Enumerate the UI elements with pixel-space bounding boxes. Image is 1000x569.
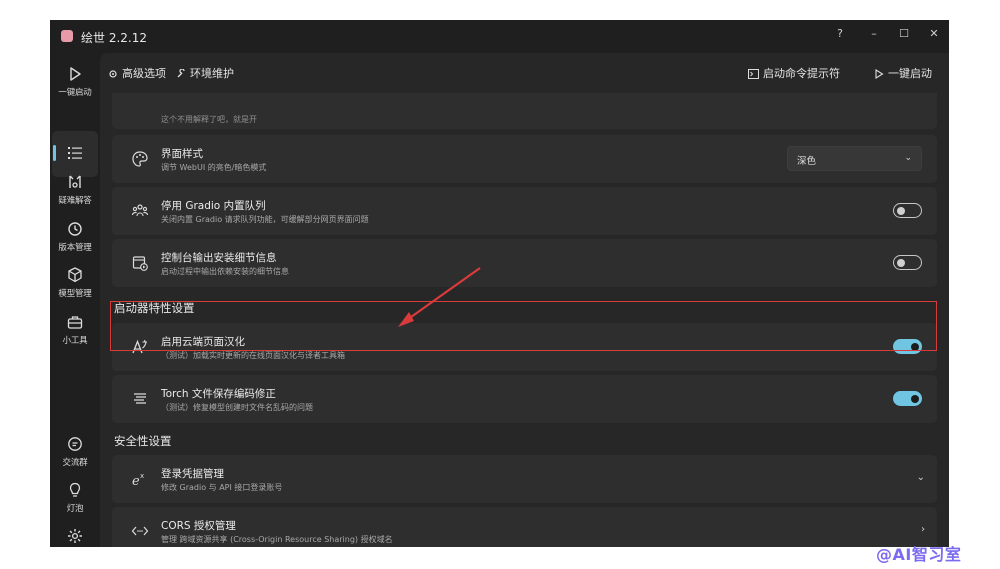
wrench-icon (177, 68, 185, 78)
settings-card-credentials[interactable]: ex 登录凭据管理 修改 Gradio 与 API 接口登录账号 ⌄ (112, 455, 937, 503)
sidebar-item-label: 交流群 (62, 458, 88, 468)
settings-card-console-info: 控制台输出安装细节信息 启动过程中输出依赖安装的细节信息 (112, 239, 937, 287)
sidebar-item-label: 灯泡 (66, 504, 84, 514)
app-window: 绘世 2.2.12 ? – ☐ ✕ 一键启动 疑难解答 版本管理 模型管理 小工… (50, 20, 949, 547)
settings-card-gradio-queue: 停用 Gradio 内置队列 关闭内置 Gradio 请求队列功能，可缓解部分网… (112, 187, 937, 235)
active-indicator (53, 145, 56, 161)
sidebar-item-tips[interactable]: 灯泡 (50, 481, 100, 514)
card-desc: 关闭内置 Gradio 请求队列功能，可缓解部分网页界面问题 (161, 215, 369, 224)
select-value: 深色 (797, 156, 817, 167)
chevron-down-icon: ⌄ (904, 153, 912, 163)
toggle-knob (911, 394, 919, 403)
sidebar-item-label: 疑难解答 (58, 196, 92, 206)
sidebar: 一键启动 疑难解答 版本管理 模型管理 小工具 交流群 灯泡 (50, 53, 100, 547)
tab-advanced-label: 高级选项 (122, 67, 166, 80)
exponent-icon: ex (132, 472, 144, 488)
toolbox-icon (67, 316, 83, 329)
card-desc: （测试）加载实时更新的在线页面汉化与译者工具箱 (161, 351, 345, 360)
settings-scroll-area[interactable]: 这个不用解释了吧，就是开 界面样式 调节 WebUI 的亮色/暗色模式 深色 ⌄… (100, 53, 949, 547)
card-desc: 调节 WebUI 的亮色/暗色模式 (161, 163, 267, 172)
toolbar: 高级选项 环境维护 启动命令提示符 一键启动 (100, 53, 949, 93)
app-logo-icon (61, 30, 73, 42)
sidebar-item-advanced[interactable] (52, 131, 98, 177)
sidebar-item-label: 模型管理 (58, 289, 92, 299)
launch-button[interactable]: 一键启动 (874, 65, 932, 81)
help-button[interactable]: ? (828, 24, 852, 44)
sidebar-item-troubleshoot[interactable]: 疑难解答 (50, 173, 100, 206)
sidebar-item-tools[interactable]: 小工具 (50, 313, 100, 346)
play-icon (70, 67, 81, 81)
card-title: 控制台输出安装细节信息 (161, 252, 277, 264)
toggle-knob (897, 206, 905, 215)
tab-environment[interactable]: 环境维护 (176, 65, 234, 81)
section-title-security: 安全性设置 (114, 434, 172, 448)
history-icon (68, 222, 82, 236)
sidebar-item-label: 一键启动 (58, 88, 92, 98)
bulb-icon (69, 482, 81, 497)
sidebar-item-community[interactable]: 交流群 (50, 435, 100, 468)
tools-icon (69, 175, 81, 188)
terminal-icon (748, 69, 759, 79)
window-title: 绘世 2.2.12 (81, 31, 147, 45)
maximize-button[interactable]: ☐ (892, 24, 916, 44)
launch-button-label: 一键启动 (888, 67, 932, 80)
title-bar: 绘世 2.2.12 ? – ☐ ✕ (50, 20, 949, 53)
settings-card-ui-style: 界面样式 调节 WebUI 的亮色/暗色模式 深色 ⌄ (112, 135, 937, 183)
sidebar-item-versions[interactable]: 版本管理 (50, 220, 100, 253)
console-button[interactable]: 启动命令提示符 (748, 65, 840, 81)
chat-icon (68, 437, 82, 451)
gradio-queue-toggle[interactable] (893, 203, 922, 218)
sidebar-item-launch[interactable]: 一键启动 (50, 65, 100, 98)
tab-advanced[interactable]: 高级选项 (108, 65, 166, 81)
sidebar-item-models[interactable]: 模型管理 (50, 266, 100, 299)
main-panel: 高级选项 环境维护 启动命令提示符 一键启动 这个不用解释了吧，就是开 界面样式… (100, 53, 949, 547)
minimize-button[interactable]: – (862, 24, 886, 44)
gear-icon (68, 529, 82, 543)
ui-style-select[interactable]: 深色 ⌄ (787, 146, 922, 171)
chevron-down-icon: ⌄ (916, 472, 925, 483)
card-title: CORS 授权管理 (161, 520, 236, 532)
play-icon (875, 69, 884, 79)
list-icon (68, 147, 82, 159)
svg-text:x: x (140, 472, 144, 480)
card-desc: （测试）修复模型创建时文件名乱码的问题 (161, 403, 313, 412)
sidebar-item-label: 小工具 (62, 336, 88, 346)
code-icon (131, 526, 149, 536)
console-info-toggle[interactable] (893, 255, 922, 270)
close-button[interactable]: ✕ (922, 24, 946, 44)
sidebar-item-settings[interactable]: 设置 (50, 527, 100, 547)
cube-icon (68, 267, 82, 283)
card-title: Torch 文件保存编码修正 (161, 388, 276, 400)
sidebar-item-label: 版本管理 (58, 243, 92, 253)
settings-card-torch-encoding: Torch 文件保存编码修正 （测试）修复模型创建时文件名乱码的问题 (112, 375, 937, 423)
settings-card-cors[interactable]: CORS 授权管理 管理 跨域资源共享 (Cross-Origin Resour… (112, 507, 937, 547)
tab-environment-label: 环境维护 (190, 67, 234, 80)
card-desc: 修改 Gradio 与 API 接口登录账号 (161, 483, 283, 492)
card-desc: 这个不用解释了吧，就是开 (161, 115, 257, 124)
gear-icon (109, 70, 117, 78)
torch-encoding-toggle[interactable] (893, 391, 922, 406)
card-title: 停用 Gradio 内置队列 (161, 200, 266, 212)
people-icon (131, 204, 149, 217)
toggle-knob (897, 258, 905, 267)
card-title: 登录凭据管理 (161, 468, 224, 480)
text-align-icon (134, 393, 146, 404)
card-desc: 启动过程中输出依赖安装的细节信息 (161, 267, 289, 276)
chevron-right-icon: › (921, 524, 925, 535)
svg-text:e: e (132, 474, 140, 488)
card-title: 界面样式 (161, 148, 203, 160)
palette-icon (132, 151, 148, 167)
watermark: @AI智习室 (876, 545, 962, 564)
console-button-label: 启动命令提示符 (763, 67, 840, 80)
card-desc: 管理 跨域资源共享 (Cross-Origin Resource Sharing… (161, 535, 393, 544)
console-play-icon (132, 256, 148, 271)
highlight-box (110, 301, 937, 351)
